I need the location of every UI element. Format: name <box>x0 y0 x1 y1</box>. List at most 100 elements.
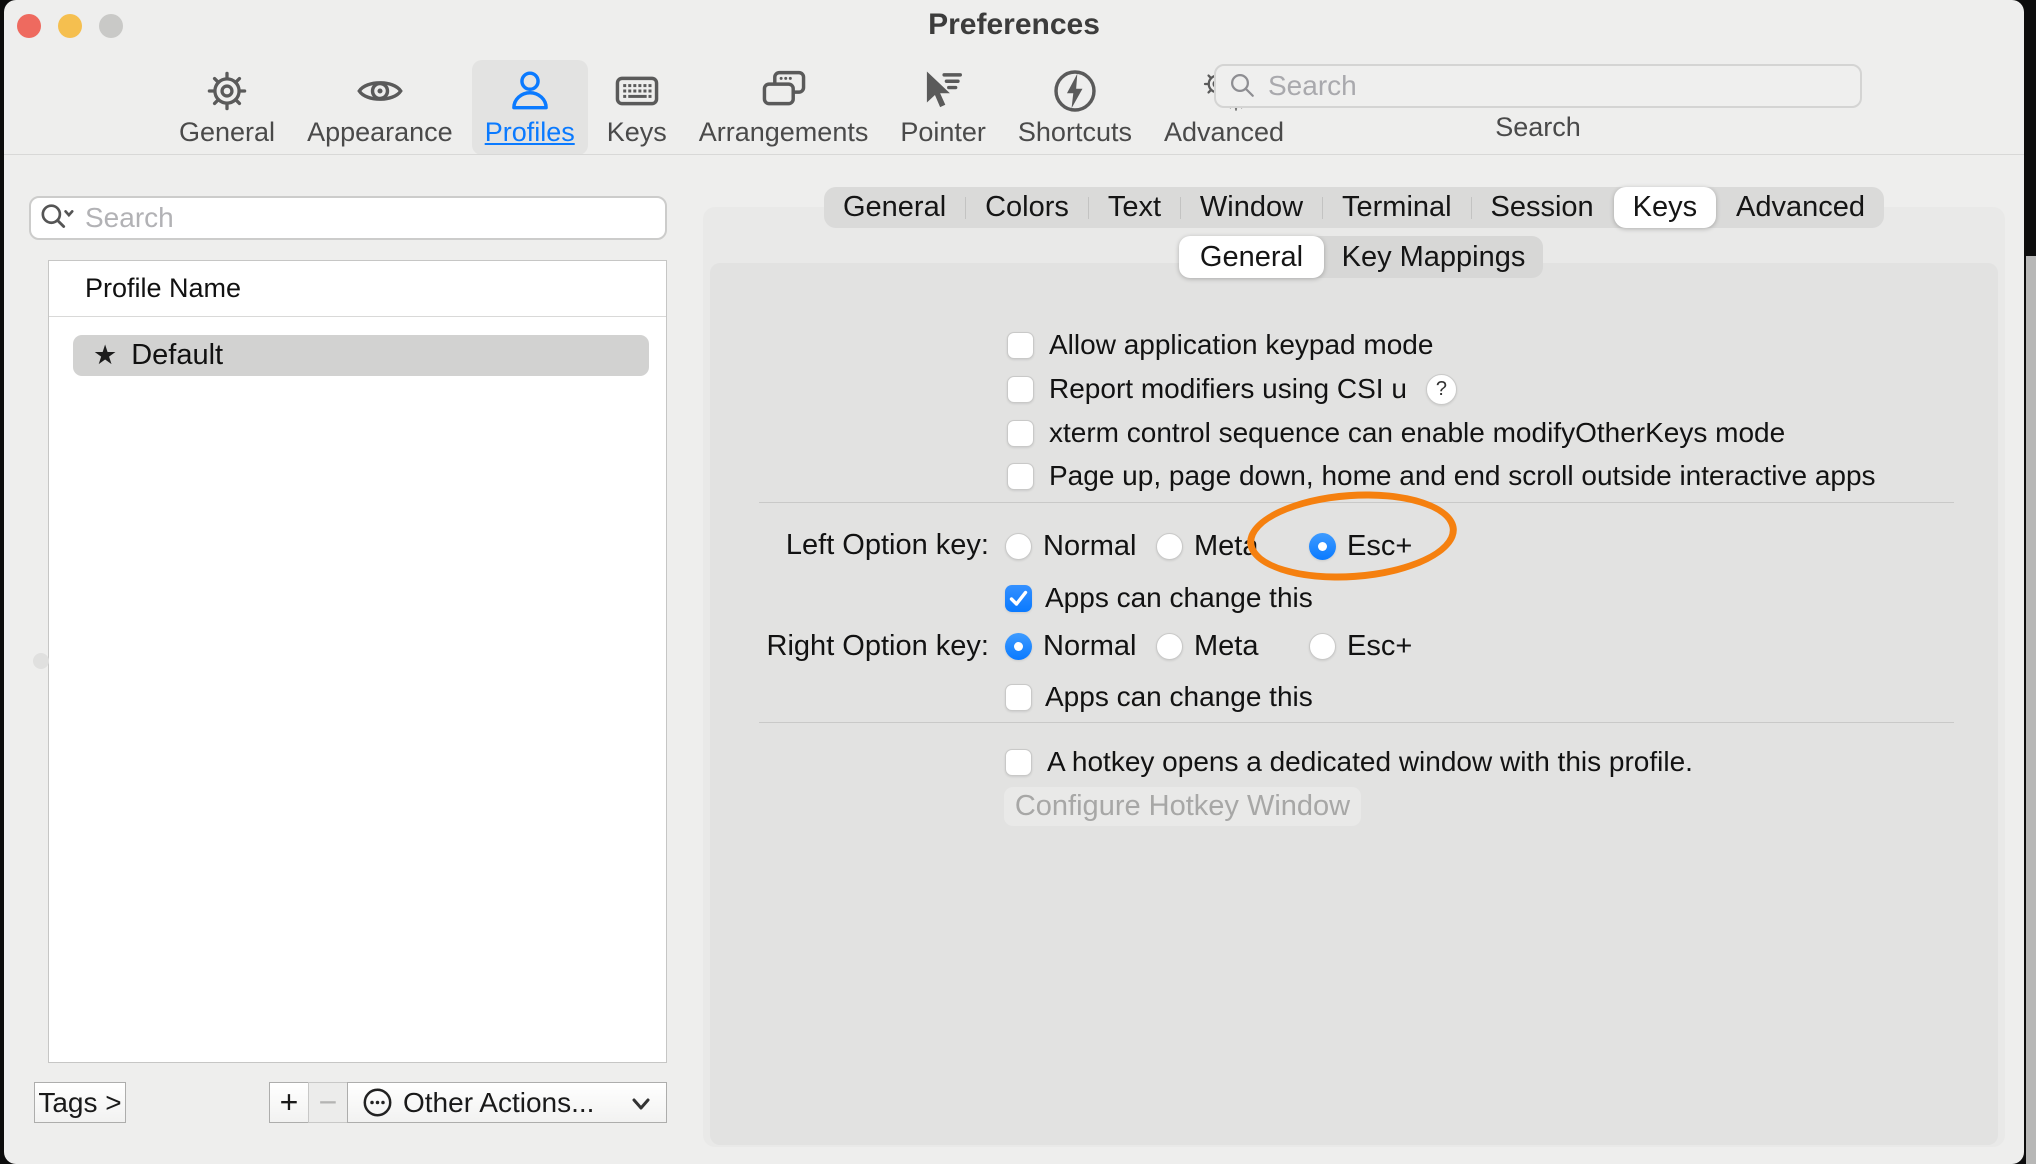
left-option-key-label: Left Option key: <box>710 530 989 560</box>
toolbar-item-general[interactable]: General <box>166 60 288 155</box>
keys-subtabbar: General Key Mappings <box>1179 236 1543 278</box>
radio-circle[interactable] <box>1156 633 1183 660</box>
checkbox-row: Allow application keypad mode <box>1007 329 1433 361</box>
toolbar-item-label: Keys <box>607 117 667 148</box>
checkbox-hotkey-window[interactable] <box>1005 749 1032 776</box>
tab-advanced[interactable]: Advanced <box>1717 187 1884 228</box>
radio-circle[interactable] <box>1309 533 1336 560</box>
toolbar-item-keys[interactable]: Keys <box>594 60 680 155</box>
lightning-icon <box>1052 68 1098 114</box>
radio-circle[interactable] <box>1309 633 1336 660</box>
right-option-key-label: Right Option key: <box>710 631 989 661</box>
radio-label: Normal <box>1043 630 1136 663</box>
checkbox-left-apps-can-change[interactable] <box>1005 585 1032 612</box>
toolbar-item-arrangements[interactable]: Arrangements <box>686 60 882 155</box>
checkbox-csi-u[interactable] <box>1007 376 1034 403</box>
checkbox-row: xterm control sequence can enable modify… <box>1007 417 1785 449</box>
profile-search-field[interactable] <box>29 196 667 240</box>
windows-icon <box>761 68 807 114</box>
profile-list: Profile Name ★ Default <box>48 260 667 1063</box>
radio-label: Esc+ <box>1347 630 1412 663</box>
checkbox-scroll-outside-apps[interactable] <box>1007 463 1034 490</box>
tab-text[interactable]: Text <box>1089 187 1180 228</box>
other-actions-dropdown[interactable]: Other Actions... <box>347 1082 667 1123</box>
radio-right-option-meta[interactable]: Meta <box>1156 630 1258 663</box>
eye-icon <box>357 68 403 114</box>
profile-search-input[interactable] <box>83 201 657 235</box>
tags-button[interactable]: Tags > <box>34 1082 126 1123</box>
help-button[interactable]: ? <box>1426 374 1457 405</box>
toolbar-item-profiles[interactable]: Profiles <box>472 60 588 155</box>
keys-general-pane: Allow application keypad mode Report mod… <box>710 263 1998 1145</box>
checkbox-label: Page up, page down, home and end scroll … <box>1049 460 1876 492</box>
radio-left-option-meta[interactable]: Meta <box>1156 530 1258 563</box>
tab-general[interactable]: General <box>824 187 965 228</box>
window-title: Preferences <box>4 8 2024 42</box>
subtab-general[interactable]: General <box>1179 236 1324 278</box>
subtab-key-mappings[interactable]: Key Mappings <box>1324 236 1543 278</box>
add-profile-button[interactable]: + <box>269 1082 309 1123</box>
toolbar-search-field[interactable] <box>1214 64 1862 108</box>
radio-left-option-esc[interactable]: Esc+ <box>1309 530 1412 563</box>
gear-icon <box>204 68 250 114</box>
remove-profile-button[interactable]: − <box>308 1082 348 1123</box>
checkbox-right-apps-can-change[interactable] <box>1005 684 1032 711</box>
radio-right-option-normal[interactable]: Normal <box>1005 630 1136 663</box>
preferences-window: Preferences General Appearance <box>4 0 2024 1164</box>
section-divider <box>759 502 1954 503</box>
toolbar-item-appearance[interactable]: Appearance <box>294 60 466 155</box>
tags-button-label: Tags > <box>38 1087 121 1119</box>
tab-terminal[interactable]: Terminal <box>1323 187 1471 228</box>
search-with-menu-icon <box>39 200 77 236</box>
profile-list-header: Profile Name <box>49 261 666 317</box>
toolbar-item-label: General <box>179 117 275 148</box>
tab-colors[interactable]: Colors <box>966 187 1088 228</box>
toolbar-divider <box>4 154 2024 155</box>
radio-label: Normal <box>1043 530 1136 563</box>
checkbox-modify-other-keys[interactable] <box>1007 420 1034 447</box>
profile-name: Default <box>131 339 223 372</box>
checkbox-label: Allow application keypad mode <box>1049 329 1433 361</box>
profile-tabbar: General Colors Text Window Terminal Sess… <box>824 187 1884 228</box>
tab-session[interactable]: Session <box>1472 187 1613 228</box>
toolbar-item-label: Pointer <box>900 117 986 148</box>
radio-circle[interactable] <box>1005 533 1032 560</box>
other-actions-label: Other Actions... <box>403 1087 594 1119</box>
toolbar-item-label: Shortcuts <box>1018 117 1132 148</box>
tab-keys[interactable]: Keys <box>1614 187 1716 228</box>
checkbox-row: Page up, page down, home and end scroll … <box>1007 460 1876 492</box>
toolbar-item-pointer[interactable]: Pointer <box>887 60 999 155</box>
chevron-down-icon <box>630 1093 652 1113</box>
toolbar-item-label: Arrangements <box>699 117 869 148</box>
radio-label: Esc+ <box>1347 530 1412 563</box>
checkbox-label: Apps can change this <box>1045 681 1313 713</box>
radio-circle[interactable] <box>1005 633 1032 660</box>
checkbox-label: A hotkey opens a dedicated window with t… <box>1047 746 1693 778</box>
splitter-handle-dot[interactable] <box>33 653 49 669</box>
search-icon <box>1228 71 1258 101</box>
help-glyph: ? <box>1436 378 1447 401</box>
preferences-toolbar: General Appearance Profiles <box>166 60 1297 155</box>
tab-window[interactable]: Window <box>1181 187 1322 228</box>
person-icon <box>507 68 553 114</box>
radio-label: Meta <box>1194 530 1258 563</box>
cursor-icon <box>920 68 966 114</box>
radio-right-option-esc[interactable]: Esc+ <box>1309 630 1412 663</box>
add-profile-label: + <box>280 1084 299 1121</box>
checkbox-label: Apps can change this <box>1045 582 1313 614</box>
radio-label: Meta <box>1194 630 1258 663</box>
checkbox-row: A hotkey opens a dedicated window with t… <box>1005 746 1693 778</box>
section-divider <box>759 722 1954 723</box>
profile-row-default[interactable]: ★ Default <box>73 335 649 376</box>
toolbar-search-input[interactable] <box>1266 69 1848 103</box>
remove-profile-label: − <box>319 1084 338 1121</box>
toolbar-item-shortcuts[interactable]: Shortcuts <box>1005 60 1145 155</box>
radio-circle[interactable] <box>1156 533 1183 560</box>
toolbar-search-label: Search <box>1214 112 1862 143</box>
circled-ellipsis-icon <box>362 1087 393 1118</box>
toolbar-item-label: Profiles <box>485 117 575 148</box>
background-window-sliver <box>2026 256 2036 1164</box>
checkbox-row: Report modifiers using CSI u ? <box>1007 373 1457 405</box>
radio-left-option-normal[interactable]: Normal <box>1005 530 1136 563</box>
checkbox-allow-keypad[interactable] <box>1007 332 1034 359</box>
